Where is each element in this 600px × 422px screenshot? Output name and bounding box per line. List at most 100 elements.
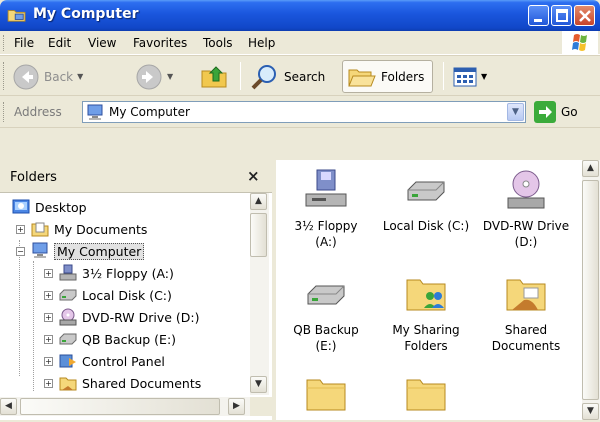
search-icon [251, 64, 276, 89]
collapse-icon[interactable]: − [16, 246, 25, 256]
content-pane: 3½ Floppy (A:) Local Disk (C:) DVD-RW Dr… [276, 160, 582, 420]
folders-button[interactable]: Folders [342, 60, 434, 93]
expand-icon[interactable]: + [44, 334, 53, 344]
menu-edit[interactable]: Edit [48, 36, 71, 50]
expand-icon[interactable]: + [44, 312, 53, 322]
item-local-disk[interactable]: Local Disk (C:) [376, 168, 476, 234]
close-button[interactable] [574, 5, 595, 26]
item-label: (E:) [315, 339, 337, 353]
content-vertical-scrollbar[interactable]: ▲ ▼ [582, 160, 600, 420]
tree-item-shared-documents[interactable]: + Shared Documents [44, 372, 201, 394]
item-label: DVD-RW Drive [482, 219, 570, 233]
menu-favorites[interactable]: Favorites [133, 36, 187, 50]
scroll-thumb[interactable] [20, 398, 220, 415]
menu-view[interactable]: View [88, 36, 116, 50]
menu-tools[interactable]: Tools [203, 36, 233, 50]
my-computer-icon [87, 104, 103, 120]
menubar-grip[interactable] [3, 35, 5, 51]
windows-flag-icon [572, 34, 587, 51]
folders-pane-header: Folders × [0, 160, 272, 193]
up-folder-button[interactable] [200, 60, 230, 93]
scroll-right-icon[interactable]: ▶ [228, 398, 245, 415]
address-field[interactable]: My Computer ▼ [82, 101, 526, 123]
back-button[interactable]: Back ▼ [12, 60, 83, 93]
floppy-icon [59, 264, 77, 281]
folders-horizontal-scrollbar[interactable]: ◀ ▶ [0, 397, 250, 416]
forward-arrow-icon [136, 64, 162, 89]
menu-file[interactable]: File [14, 36, 34, 50]
address-label: Address [14, 105, 62, 119]
search-button[interactable]: Search [250, 60, 325, 93]
expand-icon[interactable]: + [44, 268, 53, 278]
item-dvd-drive[interactable]: DVD-RW Drive (D:) [476, 168, 576, 250]
tree-item-label: Desktop [35, 199, 87, 215]
scroll-up-icon[interactable]: ▲ [582, 160, 599, 177]
hard-disk-icon [307, 285, 345, 305]
minimize-icon [534, 19, 542, 22]
item-label: Local Disk (C:) [382, 219, 470, 233]
title-bar[interactable]: My Computer [0, 0, 600, 31]
tree-connector [33, 261, 34, 391]
go-button[interactable]: Go [534, 101, 578, 123]
forward-dropdown-icon[interactable]: ▼ [167, 72, 173, 81]
tree-item-my-computer[interactable]: − My Computer [16, 240, 145, 262]
item-folder[interactable] [276, 372, 376, 422]
windows-logo [562, 31, 598, 54]
toolbar-separator [240, 62, 241, 90]
scroll-down-icon[interactable]: ▼ [250, 376, 267, 393]
tree-item-label: My Documents [54, 221, 148, 237]
toolbar-separator [443, 62, 444, 90]
expand-icon[interactable]: + [16, 224, 25, 234]
tree-item-label: My Computer [54, 242, 145, 260]
shared-documents-icon [506, 279, 546, 311]
tree-item-my-documents[interactable]: + My Documents [16, 218, 147, 240]
item-floppy[interactable]: 3½ Floppy (A:) [276, 168, 376, 250]
menu-bar: File Edit View Favorites Tools Help [0, 31, 600, 55]
tree-item-floppy[interactable]: + 3½ Floppy (A:) [44, 262, 174, 284]
scroll-left-icon[interactable]: ◀ [0, 398, 17, 415]
item-label: QB Backup [293, 323, 359, 337]
scrollbar-corner [250, 397, 272, 416]
item-qb-backup[interactable]: QB Backup (E:) [276, 272, 376, 354]
tree-item-control-panel[interactable]: + Control Panel [44, 350, 165, 372]
hard-disk-icon [407, 181, 445, 201]
tree-item-dvd-drive[interactable]: + DVD-RW Drive (D:) [44, 306, 200, 328]
back-dropdown-icon[interactable]: ▼ [77, 72, 83, 81]
expand-icon[interactable]: + [44, 290, 53, 300]
close-folders-pane-button[interactable]: × [247, 167, 260, 185]
item-label: Folders [404, 339, 448, 353]
item-shared-documents[interactable]: Shared Documents [476, 272, 576, 354]
tree-item-desktop[interactable]: Desktop [12, 196, 87, 218]
item-folder[interactable] [376, 372, 476, 422]
go-label: Go [561, 105, 578, 119]
expand-icon[interactable]: + [44, 356, 53, 366]
views-dropdown-icon[interactable]: ▼ [481, 72, 487, 81]
item-label: (D:) [514, 235, 538, 249]
folders-vertical-scrollbar[interactable]: ▲ ▼ [250, 193, 269, 395]
pane-frame [0, 129, 272, 160]
views-button[interactable]: ▼ [453, 60, 487, 93]
tree-item-label: Local Disk (C:) [82, 287, 172, 303]
dvd-drive-icon [59, 308, 77, 326]
scroll-thumb[interactable] [250, 213, 267, 257]
explorer-window: My Computer File Edit View Favorites Too… [0, 0, 600, 420]
expand-icon[interactable]: + [44, 378, 53, 388]
item-my-sharing-folders[interactable]: My Sharing Folders [376, 272, 476, 354]
scroll-thumb[interactable] [582, 180, 599, 400]
tree-item-local-disk[interactable]: + Local Disk (C:) [44, 284, 172, 306]
forward-button[interactable]: ▼ [135, 60, 173, 93]
address-value[interactable]: My Computer [109, 105, 190, 119]
maximize-button[interactable] [551, 5, 572, 26]
hard-disk-icon [59, 333, 77, 345]
minimize-button[interactable] [528, 5, 549, 26]
folder-computer-icon [7, 10, 26, 22]
tree-item-qb-backup[interactable]: + QB Backup (E:) [44, 328, 176, 350]
toolbar-grip[interactable] [3, 62, 5, 90]
tree-item-label: 3½ Floppy (A:) [82, 265, 174, 281]
item-label: (A:) [315, 235, 337, 249]
addressbar-grip[interactable] [3, 102, 5, 122]
menu-help[interactable]: Help [248, 36, 275, 50]
address-dropdown-button[interactable]: ▼ [507, 103, 524, 121]
scroll-up-icon[interactable]: ▲ [250, 193, 267, 210]
scroll-down-icon[interactable]: ▼ [582, 403, 599, 420]
